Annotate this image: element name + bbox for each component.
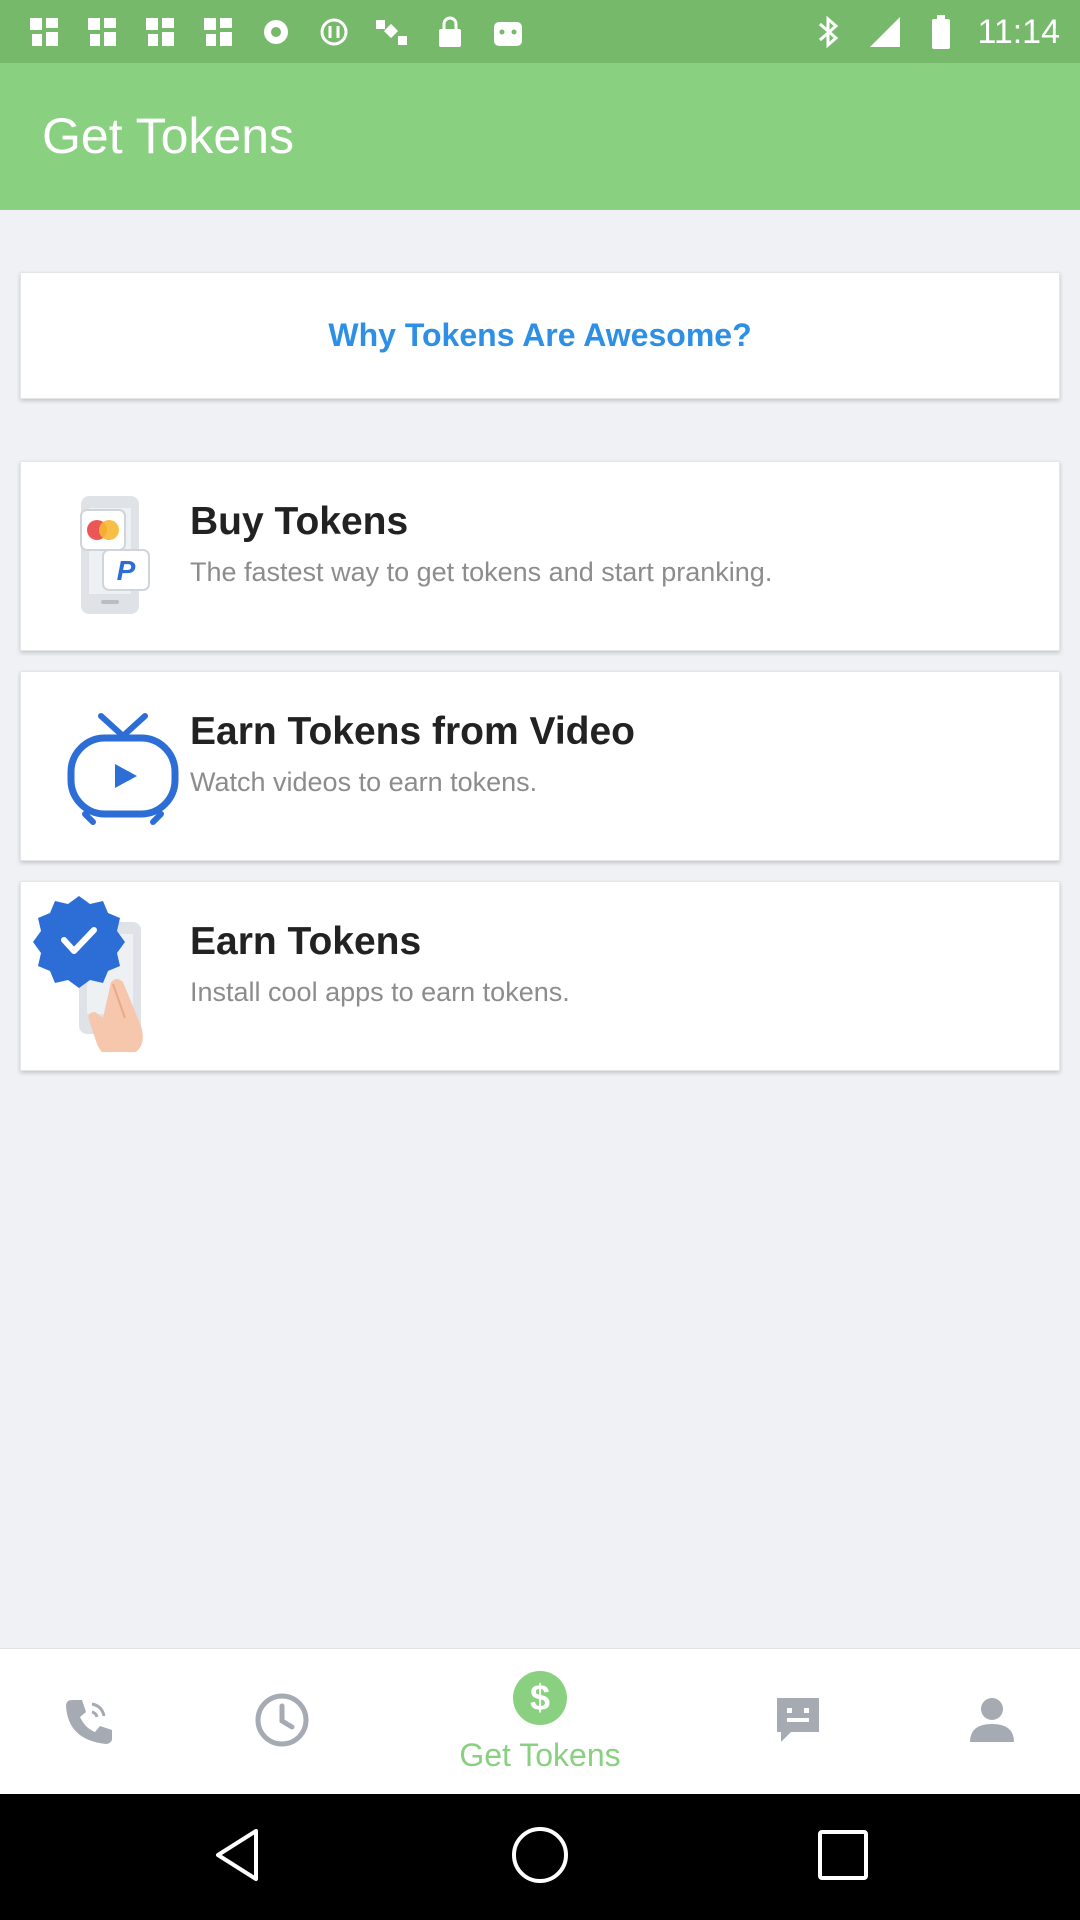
earn-tokens-video-title: Earn Tokens from Video xyxy=(190,710,635,753)
clock-time: 11:14 xyxy=(977,12,1060,51)
nav-label-get-tokens: Get Tokens xyxy=(459,1737,621,1773)
signal-icon xyxy=(865,12,905,52)
record-icon xyxy=(256,12,296,52)
nav-item-messages[interactable] xyxy=(750,1649,846,1795)
earn-tokens-title: Earn Tokens xyxy=(190,920,422,963)
earn-tokens-video-description: Watch videos to earn tokens. xyxy=(190,767,538,797)
satellite-icon xyxy=(372,12,412,52)
phone-icon xyxy=(62,1694,114,1751)
bluetooth-icon xyxy=(809,12,849,52)
person-icon xyxy=(968,1696,1016,1749)
system-navigation-bar xyxy=(0,1794,1080,1920)
bottom-navigation: $ Get Tokens xyxy=(0,1648,1080,1794)
earn-tokens-video-card[interactable]: Earn Tokens from Video Watch videos to e… xyxy=(20,671,1060,861)
buy-tokens-card[interactable]: P Buy Tokens The fastest way to get toke… xyxy=(20,461,1060,651)
android-icon xyxy=(488,12,528,52)
why-tokens-label: Why Tokens Are Awesome? xyxy=(328,317,752,353)
blocked-icon xyxy=(314,12,354,52)
clock-icon xyxy=(254,1692,310,1753)
buy-tokens-description: The fastest way to get tokens and start … xyxy=(190,557,773,587)
chat-icon xyxy=(773,1694,823,1751)
notification-icons xyxy=(24,12,528,52)
earn-tokens-card[interactable]: Earn Tokens Install cool apps to earn to… xyxy=(20,881,1060,1071)
fan-notification-icon xyxy=(198,12,238,52)
nav-item-history[interactable] xyxy=(234,1649,330,1795)
home-icon xyxy=(510,1825,570,1890)
app-bar: Get Tokens xyxy=(0,63,1080,210)
nav-item-get-tokens[interactable]: $ Get Tokens xyxy=(420,1649,660,1795)
fan-notification-icon xyxy=(82,12,122,52)
buy-tokens-title: Buy Tokens xyxy=(190,500,409,543)
status-bar: 11:14 xyxy=(0,0,1080,63)
nav-item-calls[interactable] xyxy=(40,1649,136,1795)
battery-icon xyxy=(921,12,961,52)
svg-text:$: $ xyxy=(530,1677,550,1718)
back-button[interactable] xyxy=(204,1824,270,1890)
recents-button[interactable] xyxy=(810,1824,876,1890)
why-tokens-card[interactable]: Why Tokens Are Awesome? xyxy=(20,272,1060,399)
fan-notification-icon xyxy=(24,12,64,52)
nav-item-profile[interactable] xyxy=(944,1649,1040,1795)
lock-icon xyxy=(430,12,470,52)
recents-icon xyxy=(817,1829,869,1886)
payment-phone-icon: P xyxy=(41,484,181,624)
verified-tap-icon xyxy=(31,892,181,1058)
home-button[interactable] xyxy=(507,1824,573,1890)
back-icon xyxy=(212,1827,262,1888)
dollar-icon: $ xyxy=(512,1670,568,1731)
earn-tokens-description: Install cool apps to earn tokens. xyxy=(190,977,570,1007)
svg-text:P: P xyxy=(117,555,136,586)
tv-play-icon xyxy=(41,694,181,834)
page-title: Get Tokens xyxy=(42,108,295,164)
system-indicators: 11:14 xyxy=(809,10,1060,54)
fan-notification-icon xyxy=(140,12,180,52)
